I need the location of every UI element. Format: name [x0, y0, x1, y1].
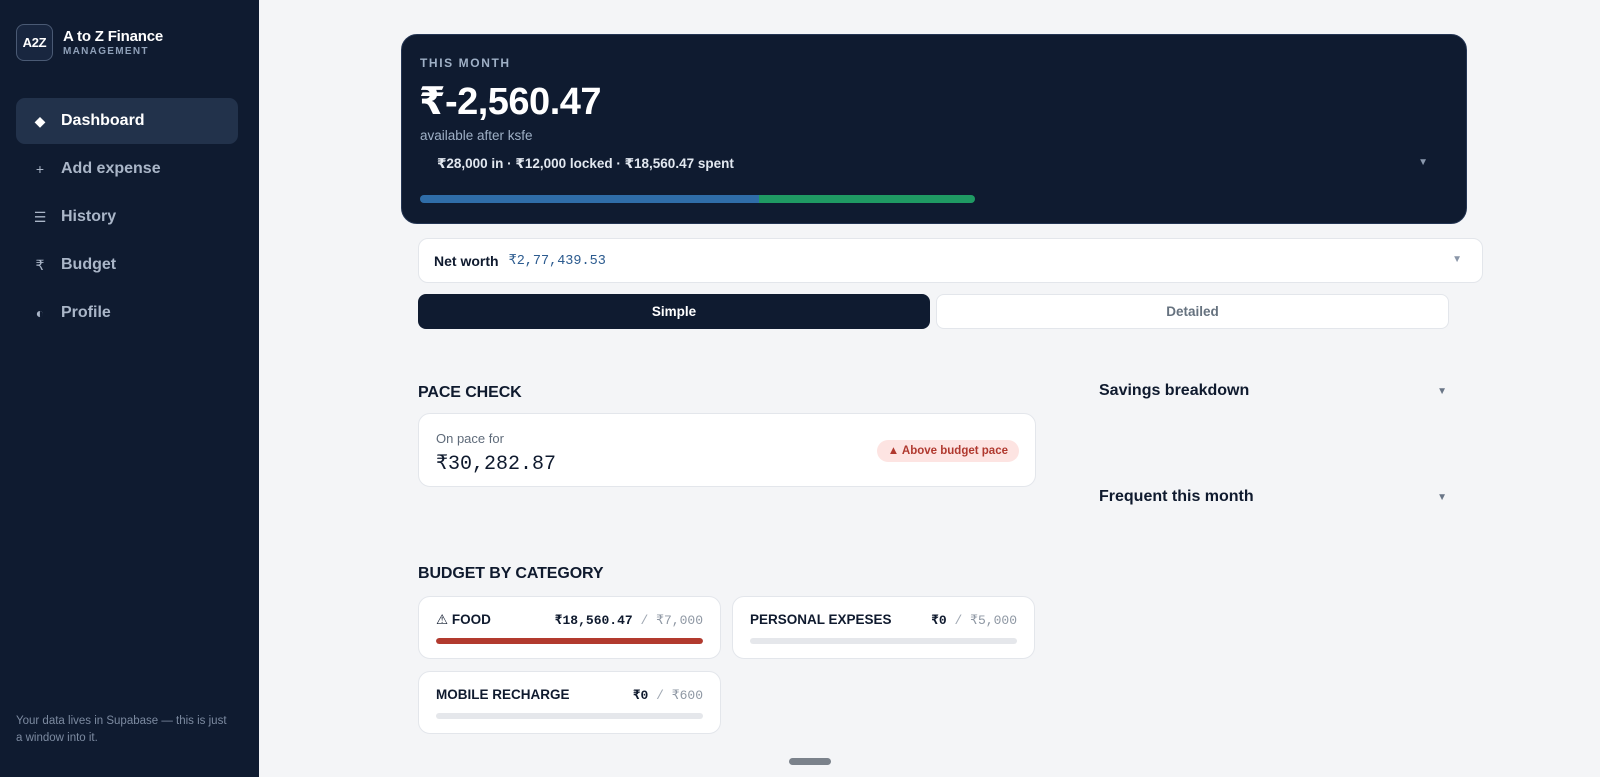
category-name: PERSONAL EXPESES	[750, 612, 892, 627]
sidebar-item-add-expense[interactable]: + Add expense	[16, 146, 238, 192]
category-amount: ₹18,560.47 / ₹7,000	[555, 613, 703, 628]
category-limit: ₹5,000	[970, 613, 1017, 628]
category-name: ⚠ FOOD	[436, 612, 491, 627]
net-worth-value: ₹2,77,439.53	[508, 254, 606, 269]
budget-card-food[interactable]: ⚠ FOOD ₹18,560.47 / ₹7,000	[418, 596, 721, 659]
pace-check-card: On pace for ₹30,282.87 ▲ Above budget pa…	[418, 413, 1036, 487]
scroll-handle[interactable]	[789, 758, 831, 765]
month-kicker: THIS MONTH	[420, 56, 511, 70]
available-note: available after ksfe	[420, 128, 533, 143]
pace-value: ₹30,282.87	[436, 453, 557, 476]
sidebar-item-dashboard[interactable]: ◆ Dashboard	[16, 98, 238, 144]
chevron-down-icon: ▼	[1437, 385, 1447, 397]
amount-separator: /	[640, 613, 649, 628]
category-name: MOBILE RECHARGE	[436, 687, 570, 702]
pace-label: On pace for	[436, 431, 504, 446]
chevron-down-icon: ▼	[1452, 254, 1462, 265]
sidebar-item-profile[interactable]: ◐ Profile	[16, 290, 238, 336]
sidebar-item-label: Dashboard	[61, 112, 145, 129]
frequent-month-toggle[interactable]: Frequent this month ▼	[1099, 485, 1449, 509]
spent-segment	[758, 195, 975, 203]
status-badge: ▲ Above budget pace	[876, 440, 1019, 462]
brand-text: A to Z Finance MANAGEMENT	[63, 28, 163, 58]
category-progress-track	[436, 638, 703, 644]
sidebar-item-label: Budget	[61, 256, 117, 273]
savings-breakdown-toggle[interactable]: Savings breakdown ▼	[1099, 379, 1449, 403]
plus-icon: +	[35, 161, 45, 177]
amount-separator: /	[954, 613, 963, 628]
amount-separator: /	[656, 688, 664, 703]
budget-card-mobile[interactable]: MOBILE RECHARGE ₹0 / ₹600	[418, 671, 721, 734]
chevron-down-icon: ▼	[1437, 491, 1447, 503]
category-amount: ₹0 / ₹5,000	[931, 613, 1017, 628]
half-circle-icon: ◐	[35, 305, 45, 321]
budget-category-heading: BUDGET BY CATEGORY	[418, 565, 604, 582]
category-limit: ₹600	[671, 688, 703, 703]
sidebar-footer-note: Your data lives in Supabase — this is ju…	[16, 715, 227, 744]
category-progress-track	[750, 638, 1017, 644]
list-icon: ☰	[33, 208, 47, 225]
view-detailed-button[interactable]: Detailed	[936, 294, 1449, 329]
sidebar-item-label: Profile	[61, 304, 111, 321]
frequent-month-title: Frequent this month	[1099, 488, 1254, 505]
diamond-icon: ◆	[34, 112, 46, 129]
app-title: A to Z Finance	[63, 27, 163, 45]
month-summary-card: THIS MONTH ₹-2,560.47 available after ks…	[401, 34, 1467, 224]
available-amount: ₹-2,560.47	[419, 81, 602, 123]
category-amount: ₹0 / ₹600	[633, 688, 703, 703]
locked-segment	[420, 195, 759, 203]
category-progress-track	[436, 713, 703, 719]
app-subtitle: MANAGEMENT	[63, 45, 149, 57]
rupee-icon: ₹	[35, 256, 45, 273]
category-spent: ₹0	[931, 613, 947, 628]
net-worth-row[interactable]: Net worth ₹2,77,439.53 ▼	[418, 238, 1483, 283]
budget-card-personal[interactable]: PERSONAL EXPESES ₹0 / ₹5,000	[732, 596, 1035, 659]
category-progress-fill	[436, 638, 703, 644]
category-spent: ₹0	[632, 688, 649, 703]
savings-breakdown-title: Savings breakdown	[1099, 382, 1250, 399]
category-limit: ₹7,000	[656, 613, 703, 628]
brand[interactable]: A2Z A to Z Finance MANAGEMENT	[16, 24, 163, 61]
view-simple-button[interactable]: Simple	[418, 294, 930, 329]
pace-check-heading: PACE CHECK	[418, 384, 522, 401]
sidebar-item-history[interactable]: ☰ History	[16, 194, 238, 240]
app-logo: A2Z	[16, 24, 53, 61]
cashflow-bar	[420, 195, 975, 203]
net-worth-label: Net worth	[434, 252, 499, 269]
sidebar: A2Z A to Z Finance MANAGEMENT ◆ Dashboar…	[0, 0, 259, 777]
category-spent: ₹18,560.47	[554, 613, 633, 628]
sidebar-item-label: Add expense	[61, 160, 161, 177]
sidebar-item-label: History	[61, 208, 117, 225]
sidebar-nav: ◆ Dashboard + Add expense ☰ History ₹ Bu…	[16, 98, 238, 338]
chevron-down-icon[interactable]: ▼	[1418, 157, 1428, 168]
sidebar-item-budget[interactable]: ₹ Budget	[16, 242, 238, 288]
cashflow-summary[interactable]: ₹28,000 in · ₹12,000 locked · ₹18,560.47…	[437, 156, 734, 172]
